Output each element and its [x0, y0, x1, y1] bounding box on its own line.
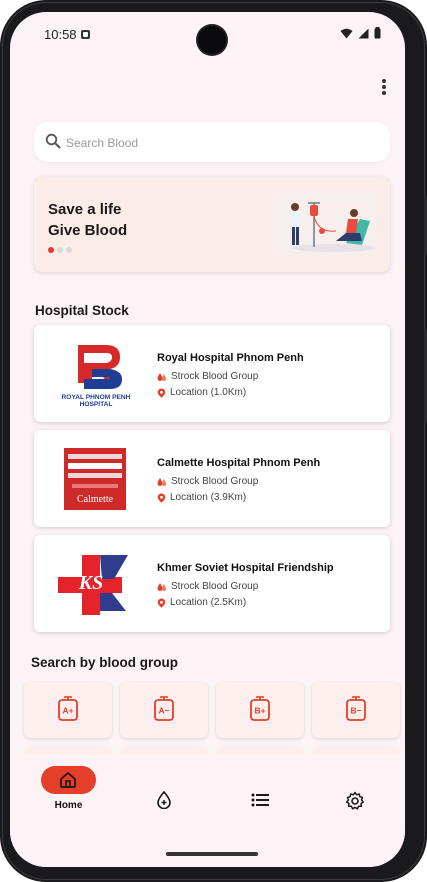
notification-icon	[81, 30, 90, 39]
signal-icon	[358, 28, 369, 38]
promo-banner[interactable]: Save a life Give Blood	[34, 177, 390, 272]
nav-home-label[interactable]: Home	[40, 800, 97, 811]
search-icon	[45, 133, 61, 149]
hospital-name: Khmer Soviet Hospital Friendship	[157, 562, 334, 574]
blood-group-row: Strock Blood Group	[157, 476, 258, 487]
location-pin-icon	[157, 598, 166, 608]
blood-group-b-minus-button[interactable]: B−	[312, 682, 400, 738]
status-bar: 10:58	[10, 12, 405, 56]
location-row: Location (2.5Km)	[157, 597, 246, 608]
royal-logo-text: ROYAL PHNOM PENH	[62, 394, 131, 401]
location-label: Location (2.5Km)	[170, 597, 247, 608]
banner-title-line2: Give Blood	[48, 222, 128, 239]
nav-home-button[interactable]	[41, 766, 96, 794]
location-pin-icon	[157, 388, 166, 398]
search-bar[interactable]: Search Blood	[34, 122, 390, 162]
ks-logo-text: KS	[78, 572, 103, 594]
blood-drops-icon	[157, 372, 166, 381]
blood-group-label: Strock Blood Group	[171, 371, 259, 382]
carousel-dot	[66, 247, 72, 253]
front-camera	[198, 26, 226, 54]
blood-drops-icon	[157, 477, 166, 486]
nav-list-button[interactable]	[230, 769, 290, 815]
more-options-icon[interactable]	[379, 78, 389, 96]
blood-group-a-minus-button[interactable]: A−	[120, 682, 208, 738]
phone-frame: 10:58 Search Blood Save a life Give Bloo…	[0, 0, 427, 882]
blood-bag-a-minus-icon: A−	[154, 696, 174, 721]
blood-group-label: B−	[350, 706, 361, 716]
app-screen: 10:58 Search Blood Save a life Give Bloo…	[10, 12, 405, 867]
hospital-stock-title: Hospital Stock	[35, 303, 129, 318]
wifi-icon	[340, 28, 353, 38]
blood-bag-a-plus-icon: A+	[58, 696, 78, 721]
battery-icon	[374, 27, 381, 39]
carousel-indicator	[48, 247, 72, 253]
blood-group-row: Strock Blood Group	[157, 371, 258, 382]
calmette-hospital-logo: Calmette	[64, 448, 126, 510]
nav-settings-button[interactable]	[325, 769, 385, 815]
hospital-card[interactable]: ROYAL PHNOM PENH HOSPITAL Royal Hospital…	[34, 325, 390, 422]
banner-title-line1: Save a life	[48, 201, 122, 218]
hospital-name: Calmette Hospital Phnom Penh	[157, 457, 321, 469]
blood-bag-b-plus-icon: B+	[250, 696, 270, 721]
location-label: Location (1.0Km)	[170, 387, 247, 398]
carousel-dot	[57, 247, 63, 253]
bottom-navigation: Home	[10, 755, 405, 867]
system-icons	[340, 27, 381, 39]
hospital-card[interactable]: Calmette Calmette Hospital Phnom Penh St…	[34, 430, 390, 527]
blood-bag-b-minus-icon: B−	[346, 696, 366, 721]
blood-group-b-plus-button[interactable]: B+	[216, 682, 304, 738]
blood-group-section-title: Search by blood group	[31, 655, 179, 670]
royal-hospital-logo: ROYAL PHNOM PENH HOSPITAL	[62, 345, 131, 407]
blood-group-label: A+	[62, 706, 73, 716]
blood-donation-illustration	[274, 193, 378, 255]
search-placeholder: Search Blood	[66, 136, 139, 150]
location-row: Location (3.9Km)	[157, 492, 246, 503]
nav-donate-button[interactable]	[134, 769, 194, 815]
royal-logo-text-2: HOSPITAL	[80, 401, 113, 407]
location-pin-icon	[157, 493, 166, 503]
blood-group-row: Strock Blood Group	[157, 581, 258, 592]
blood-group-label: A−	[158, 706, 169, 716]
carousel-dot-active	[48, 247, 54, 253]
hospital-card[interactable]: KS Khmer Soviet Hospital Friendship Stro…	[34, 535, 390, 632]
gesture-bar[interactable]	[166, 852, 258, 856]
location-row: Location (1.0Km)	[157, 387, 246, 398]
khmer-soviet-hospital-logo: KS	[58, 555, 128, 615]
location-label: Location (3.9Km)	[170, 492, 247, 503]
list-icon	[251, 793, 269, 807]
blood-group-a-plus-button[interactable]: A+	[24, 682, 112, 738]
blood-drop-add-icon	[157, 791, 171, 809]
settings-gear-icon	[345, 791, 365, 810]
blood-group-label: B+	[254, 706, 265, 716]
hospital-name: Royal Hospital Phnom Penh	[157, 352, 304, 364]
blood-group-label: Strock Blood Group	[171, 476, 259, 487]
calmette-logo-text: Calmette	[77, 494, 114, 505]
status-time: 10:58	[44, 27, 77, 42]
blood-drops-icon	[157, 582, 166, 591]
home-icon	[60, 772, 76, 788]
blood-group-label: Strock Blood Group	[171, 581, 259, 592]
